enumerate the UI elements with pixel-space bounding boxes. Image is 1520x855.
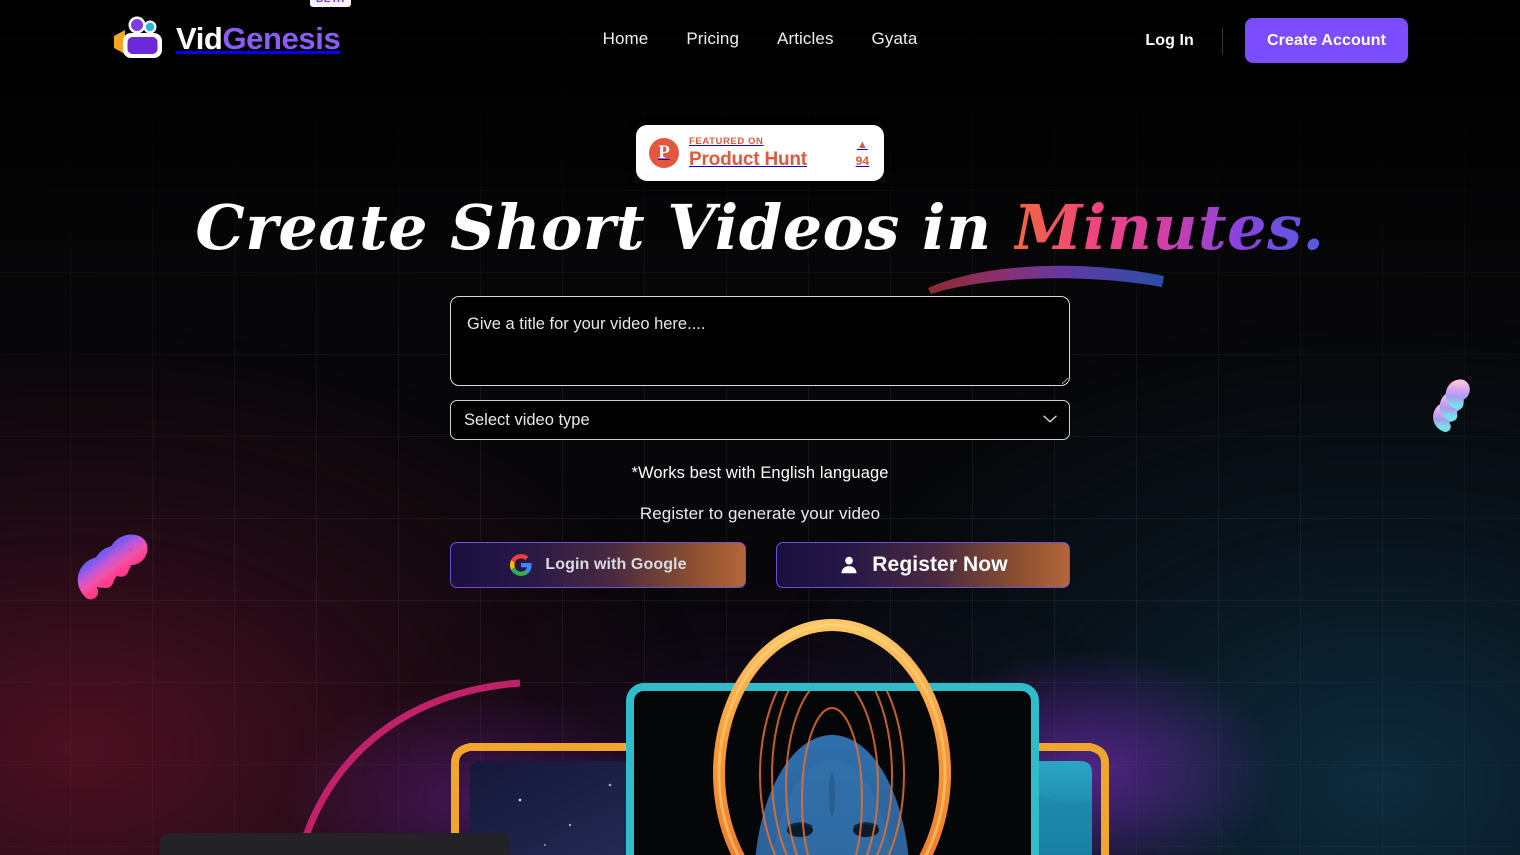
artwork-bottom-card <box>160 833 510 855</box>
logo-text-vid: Vid <box>176 20 223 56</box>
register-now-button[interactable]: Register Now <box>775 542 1070 588</box>
header-actions: Log In Create Account <box>1135 18 1408 63</box>
video-type-select[interactable]: Select video type <box>450 400 1070 440</box>
product-hunt-texts: FEATURED ON Product Hunt <box>689 137 846 169</box>
site-header: VidGenesis BETA Home Pricing Articles Gy… <box>0 0 1520 80</box>
english-language-hint: *Works best with English language <box>631 464 889 482</box>
logo-text: VidGenesis <box>176 20 341 56</box>
upvote-arrow-icon: ▲ <box>856 138 868 151</box>
nav-item-pricing[interactable]: Pricing <box>678 27 747 51</box>
logo-link[interactable]: VidGenesis BETA <box>112 0 351 62</box>
login-with-google-label: Login with Google <box>545 556 687 573</box>
register-hint: Register to generate your video <box>639 504 881 523</box>
headline-plain: Create Short Videos in <box>195 191 1014 264</box>
hero-artwork <box>0 595 1520 855</box>
upvote-count: 94 <box>855 153 869 168</box>
log-in-link[interactable]: Log In <box>1135 32 1222 50</box>
product-hunt-badge[interactable]: P FEATURED ON Product Hunt ▲ 94 <box>636 125 884 181</box>
video-camera-icon <box>112 14 168 62</box>
google-icon <box>509 553 533 577</box>
person-icon <box>838 554 860 576</box>
video-title-input[interactable] <box>450 296 1070 386</box>
page-title: Create Short Videos in Minutes. <box>0 196 1520 259</box>
register-now-label: Register Now <box>872 553 1008 576</box>
login-with-google-button[interactable]: Login with Google <box>450 542 746 588</box>
header-divider <box>1221 27 1223 54</box>
video-create-form: Select video type *Works best with Engli… <box>450 296 1070 588</box>
logo-text-genesis: Genesis <box>222 20 341 56</box>
create-account-button[interactable]: Create Account <box>1244 18 1408 63</box>
video-type-select-wrapper: Select video type <box>450 400 1070 440</box>
beta-badge: BETA <box>310 0 351 7</box>
product-hunt-featured-label: FEATURED ON <box>689 136 764 148</box>
nav-item-articles[interactable]: Articles <box>769 27 842 51</box>
hero-artwork-illustration <box>280 619 1280 855</box>
spiral-3d-pink-icon <box>66 528 158 606</box>
headline-accent: Minutes. <box>1013 191 1325 264</box>
product-hunt-upvote[interactable]: ▲ 94 <box>855 138 871 168</box>
product-hunt-name: Product Hunt <box>689 148 807 170</box>
nav-item-home[interactable]: Home <box>595 27 657 51</box>
spiral-3d-pastel-icon <box>1422 374 1484 432</box>
cta-button-row: Login with Google Register Now <box>450 542 1070 588</box>
product-hunt-icon: P <box>649 138 679 168</box>
nav-item-gyata[interactable]: Gyata <box>864 27 926 51</box>
main-navigation: Home Pricing Articles Gyata <box>595 27 926 51</box>
